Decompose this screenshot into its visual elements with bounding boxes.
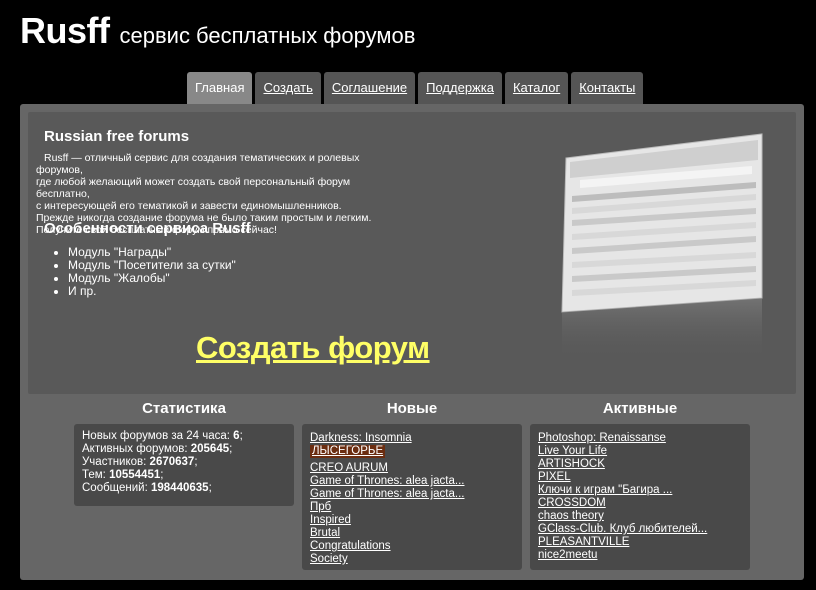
tab-agreement[interactable]: Соглашение [323,72,416,104]
stat-row: Участников: 2670637; [82,456,286,469]
hero-section: Russian free forums Rusff — отличный сер… [28,112,796,394]
features-list: Модуль "Награды" Модуль "Посетители за с… [52,246,236,298]
stat-row: Новых форумов за 24 часа: 6; [82,430,286,443]
active-forums-title: Активные [602,400,678,417]
stat-value: 205645 [190,443,230,455]
site-header: Rusff сервис бесплатных форумов [20,10,415,56]
new-forum-link-highlighted[interactable]: ЛЫСЕГОРЬЕ [310,445,386,458]
new-forums-title: Новые [386,400,438,417]
stat-value: 2670637 [149,456,195,468]
active-forum-link[interactable]: nice2meetu [538,549,742,562]
stat-row: Сообщений: 198440635; [82,482,286,495]
active-forum-link[interactable]: CROSSDOM [538,497,742,510]
stat-suffix: ; [208,482,212,494]
new-forums-list: Darkness: Insomnia ЛЫСЕГОРЬЕ CREO AURUM … [302,424,522,570]
stat-row: Активных форумов: 205645; [82,443,286,456]
hero-text-line: где любой желающий может создать свой пе… [36,176,351,200]
stat-suffix: ; [229,443,233,455]
new-forum-link[interactable]: Game of Thrones: alea jacta... [310,488,514,501]
new-forum-link[interactable]: Inspired [310,514,514,527]
tab-create[interactable]: Создать [255,72,321,104]
hero-text-line: с интересующей его тематикой и завести е… [36,200,342,212]
feature-item: И пр. [68,285,236,298]
content-panel: Russian free forums Rusff — отличный сер… [20,104,804,580]
stat-suffix: ; [194,456,198,468]
tab-support[interactable]: Поддержка [418,72,502,104]
tab-contacts[interactable]: Контакты [571,72,644,104]
tab-catalog[interactable]: Каталог [504,72,569,104]
stat-label: Активных форумов: [82,443,191,455]
stat-label: Новых форумов за 24 часа: [82,430,234,442]
forum-preview-image [540,130,770,360]
active-forums-list: Photoshop: Renaissanse Live Your Life AR… [530,424,750,570]
stat-value: 10554451 [109,469,161,481]
stat-row: Тем: 10554451; [82,469,286,482]
features-title: Особенности сервиса Rusff [44,220,251,237]
stat-label: Участников: [82,456,150,468]
new-forum-link[interactable]: Brutal [310,527,514,540]
hero-title: Russian free forums [44,128,190,145]
stat-value: 198440635 [151,482,209,494]
stat-label: Сообщений: [82,482,151,494]
new-forum-link[interactable]: Congratulations [310,540,514,553]
site-logo[interactable]: Rusff [20,10,110,52]
active-forum-link[interactable]: Photoshop: Renaissanse [538,432,742,445]
new-forum-link[interactable]: Game of Thrones: alea jacta... [310,475,514,488]
active-forum-link[interactable]: PIXEL [538,471,742,484]
stat-suffix: ; [160,469,164,481]
tab-home[interactable]: Главная [187,72,253,104]
new-forum-link[interactable]: Darkness: Insomnia [310,432,514,445]
stat-suffix: ; [239,430,243,442]
hero-text-line: Rusff — отличный сервис для создания тем… [36,152,360,176]
main-nav: Главная Создать Соглашение Поддержка Кат… [187,72,646,104]
stat-label: Тем: [82,469,110,481]
active-forum-link[interactable]: GClass-Club. Клуб любителей... [538,523,742,536]
active-forum-link[interactable]: Live Your Life [538,445,742,458]
stats-box: Новых форумов за 24 часа: 6; Активных фо… [74,424,294,506]
stats-title: Статистика [142,400,226,417]
active-forum-link[interactable]: ARTISHOCK [538,458,742,471]
new-forum-link[interactable]: Прб [310,501,514,514]
active-forum-link[interactable]: Ключи к играм "Багира ... [538,484,742,497]
create-forum-link[interactable]: Создать форум [196,330,430,366]
new-forum-link[interactable]: Society [310,553,514,566]
new-forum-link[interactable]: CREO AURUM [310,462,514,475]
active-forum-link[interactable]: PLEASANTVILLE [538,536,742,549]
site-tagline: сервис бесплатных форумов [119,23,416,48]
active-forum-link[interactable]: chaos theory [538,510,742,523]
